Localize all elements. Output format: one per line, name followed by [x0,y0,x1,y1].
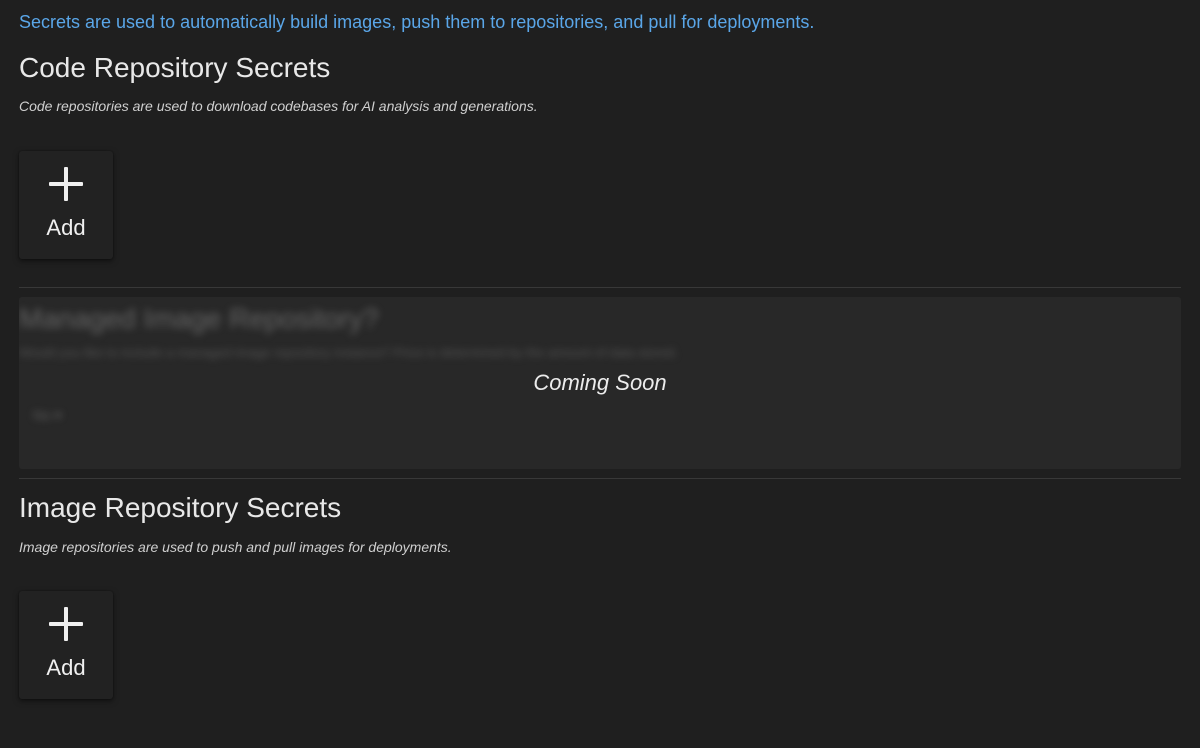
coming-soon-overlay-text: Coming Soon [533,370,667,395]
section-divider [19,287,1181,288]
managed-image-repository-select: No ▾ [33,407,62,424]
image-repository-secrets-title: Image Repository Secrets [19,492,342,523]
managed-image-repository-title: Managed Image Repository? [19,303,379,334]
code-repository-secrets-title: Code Repository Secrets [19,52,331,83]
managed-image-repository-panel: Managed Image Repository? Would you like… [19,297,1181,469]
managed-image-repository-description: Would you like to include a managed imag… [19,345,678,360]
add-image-repository-secret-button[interactable]: Add [19,591,113,699]
add-label: Add [46,215,86,240]
section-divider [19,478,1181,479]
plus-icon [49,167,83,201]
plus-icon [49,607,83,641]
add-label: Add [46,655,86,680]
managed-select-value: No [33,407,51,423]
code-repository-secrets-description: Code repositories are used to download c… [19,98,538,114]
secrets-intro-text: Secrets are used to automatically build … [19,12,815,32]
image-repository-secrets-description: Image repositories are used to push and … [19,539,452,555]
chevron-down-icon: ▾ [54,407,62,423]
add-code-repository-secret-button[interactable]: Add [19,151,113,259]
